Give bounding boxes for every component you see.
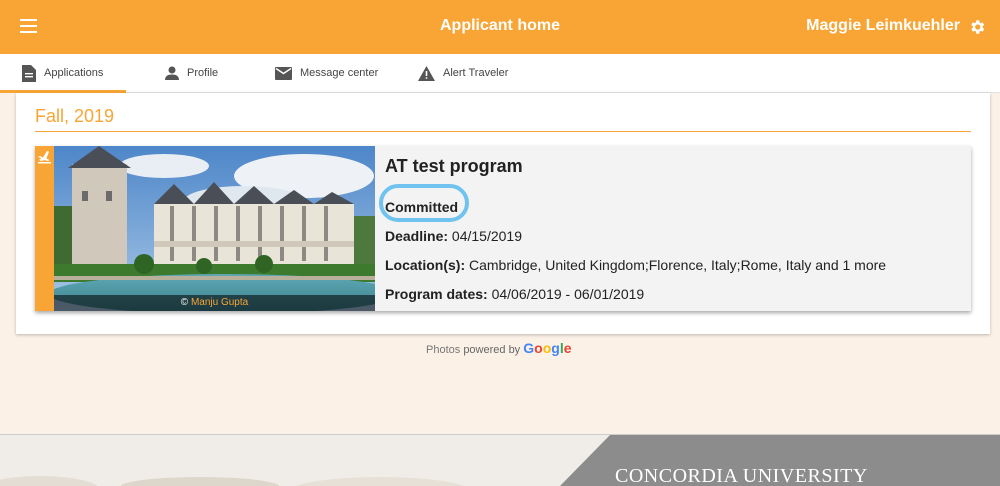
program-photo: © Manju Gupta <box>54 146 375 311</box>
mail-icon <box>275 66 292 80</box>
warning-icon <box>418 65 435 81</box>
card-accent-stripe <box>35 146 54 311</box>
document-icon <box>22 64 36 82</box>
program-dates-row: Program dates: 04/06/2019 - 06/01/2019 <box>385 286 644 302</box>
google-logo: Google <box>523 340 572 356</box>
tab-label: Message center <box>300 67 379 79</box>
status-badge: Committed <box>385 199 459 215</box>
university-name[interactable]: CONCORDIA UNIVERSITY <box>615 465 868 486</box>
deadline-row: Deadline: 04/15/2019 <box>385 228 522 244</box>
person-icon <box>165 66 179 80</box>
term-divider <box>35 131 971 132</box>
footer-clouds-image <box>0 476 465 486</box>
photos-attribution: Photos powered by Google <box>426 340 572 356</box>
photo-author-link[interactable]: Manju Gupta <box>191 297 248 308</box>
tab-label: Applications <box>44 67 104 79</box>
airplane-icon <box>38 151 51 164</box>
copyright-symbol: © <box>180 297 189 308</box>
tab-label: Profile <box>187 67 219 79</box>
program-dates-label: Program dates: <box>385 286 488 302</box>
program-title[interactable]: AT test program <box>385 156 523 177</box>
tab-message-center[interactable]: Message center <box>275 54 378 92</box>
tab-alert-traveler[interactable]: Alert Traveler <box>418 54 508 92</box>
footer: CONCORDIA UNIVERSITY <box>0 434 1000 486</box>
application-card[interactable]: © Manju Gupta AT test program Committed … <box>35 146 971 311</box>
photos-label: Photos <box>426 344 461 356</box>
chateau-image <box>54 146 375 311</box>
tab-label: Alert Traveler <box>443 67 509 79</box>
top-app-bar: Applicant home Maggie Leimkuehler <box>0 0 1000 54</box>
program-dates-value: 04/06/2019 - 06/01/2019 <box>491 286 645 302</box>
tab-applications[interactable]: Applications <box>22 54 103 92</box>
deadline-label: Deadline: <box>385 228 449 244</box>
applications-panel: Fall, 2019 © Manju Gupta AT test program… <box>16 93 990 334</box>
deadline-value: 04/15/2019 <box>451 228 522 244</box>
locations-row: Location(s): Cambridge, United Kingdom;F… <box>385 257 886 273</box>
user-name[interactable]: Maggie Leimkuehler <box>806 17 960 35</box>
term-heading: Fall, 2019 <box>35 106 115 126</box>
locations-label: Location(s): <box>385 257 466 273</box>
tab-profile[interactable]: Profile <box>165 54 218 92</box>
locations-value: Cambridge, United Kingdom;Florence, Ital… <box>469 257 887 273</box>
powered-by-label: powered by <box>463 344 521 356</box>
photo-credit: © Manju Gupta <box>54 295 375 311</box>
gear-icon[interactable] <box>968 18 986 36</box>
tab-bar: Applications Profile Message center Aler… <box>0 54 1000 93</box>
